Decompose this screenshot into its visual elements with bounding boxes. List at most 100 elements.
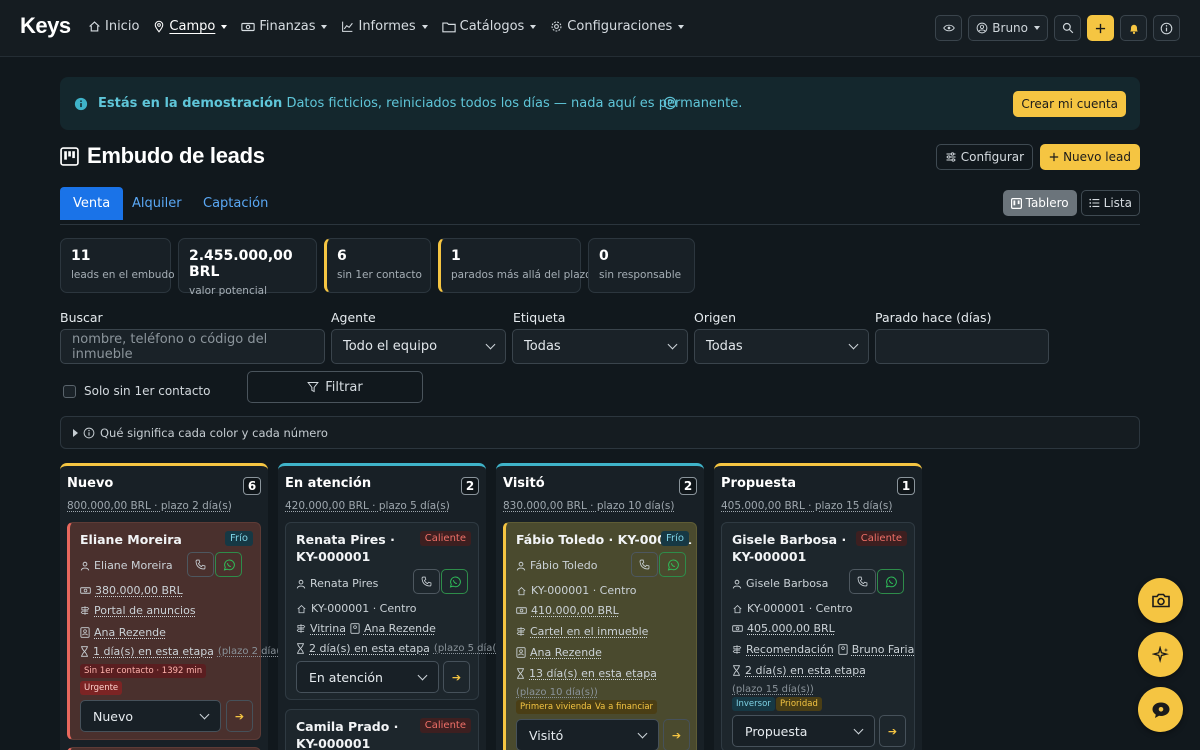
nav-item-campo[interactable]: Campo	[153, 19, 228, 34]
visibility-button[interactable]	[935, 15, 963, 41]
question-circle-icon[interactable]	[663, 96, 677, 110]
kanban-icon	[60, 146, 79, 166]
notifications-button[interactable]	[1120, 15, 1147, 41]
nav-item-informes[interactable]: Informes	[341, 19, 428, 34]
contact-row: Renata Pires	[296, 577, 378, 590]
create-account-button[interactable]: Crear mi cuenta	[1013, 91, 1126, 117]
stage-select[interactable]: Nuevo	[80, 700, 221, 732]
lead-card[interactable]: Gisele Barbosa · KY-000001 Caliente Gise…	[721, 522, 915, 750]
lead-card[interactable]: Renata Pires · KY-000001 Caliente Renata…	[285, 522, 509, 700]
agent-select[interactable]: Todo el equipo	[331, 329, 506, 364]
stat-card: 1 parados más allá del plazo	[438, 238, 592, 293]
contact-name: Renata Pires	[310, 577, 379, 590]
nav-item-inicio[interactable]: Inicio	[88, 19, 139, 34]
stalled-days-input[interactable]	[875, 329, 1049, 364]
id-badge-icon	[350, 623, 360, 634]
no-contact-label: Solo sin 1er contacto	[84, 384, 211, 398]
origin-value: Todas	[706, 339, 743, 354]
nav-item-catalogos[interactable]: Catálogos	[441, 19, 537, 34]
lead-agent: Bruno Faria	[851, 643, 915, 656]
chat-button[interactable]	[1138, 687, 1183, 732]
lead-card[interactable]: Camila Prado · KY-000001 Caliente	[285, 709, 479, 750]
cash-icon	[732, 625, 743, 632]
user-menu-button[interactable]: Bruno	[968, 15, 1048, 41]
tab-venta[interactable]: Venta	[60, 187, 124, 220]
tab-captacion[interactable]: Captación	[190, 187, 281, 220]
column-title: Nuevo	[67, 476, 114, 491]
call-button[interactable]	[849, 569, 876, 594]
brand-logo[interactable]: Keys	[20, 13, 71, 39]
filter-button[interactable]: Filtrar	[247, 371, 423, 403]
stat-card: 6 sin 1er contacto	[324, 238, 431, 293]
signpost-icon	[516, 627, 526, 636]
advance-stage-button[interactable]: ➔	[879, 715, 906, 747]
stage-select[interactable]: En atención	[296, 661, 439, 693]
lead-card[interactable]: Fábio Toledo · KY-000001 Frío Fábio Tole…	[503, 522, 697, 750]
signpost-icon	[732, 645, 742, 654]
search-placeholder: nombre, teléfono o código del inmueble	[72, 331, 268, 362]
ai-assistant-button[interactable]	[1138, 632, 1183, 677]
advance-stage-button[interactable]: ➔	[663, 719, 690, 750]
legend-text: Qué significa cada color y cada número	[100, 425, 328, 440]
whatsapp-icon	[885, 576, 897, 588]
legend-disclosure[interactable]: Qué significa cada color y cada número	[60, 416, 1140, 449]
no-contact-checkbox[interactable]	[63, 384, 76, 398]
whatsapp-button[interactable]	[877, 569, 904, 594]
advance-stage-button[interactable]: ➔	[226, 700, 253, 732]
tab-alquiler[interactable]: Alquiler	[119, 187, 195, 220]
tag-select[interactable]: Todas	[512, 329, 688, 364]
search-input[interactable]: nombre, teléfono o código del inmueble	[60, 329, 325, 364]
nav-label: Campo	[169, 19, 216, 34]
folder-icon	[441, 21, 456, 32]
time-row: 2 día(s) en esta etapa (plazo 15 día(s))	[732, 663, 907, 697]
nav-item-finanzas[interactable]: Finanzas	[241, 19, 328, 34]
view-board-button[interactable]: Tablero	[1002, 190, 1077, 216]
chevron-down-icon	[417, 670, 428, 680]
stat-label: leads en el embudo	[71, 269, 175, 281]
hourglass-icon	[517, 668, 524, 679]
value-row: 405.000,00 BRL	[732, 622, 835, 635]
new-lead-button[interactable]: Nuevo lead	[1040, 144, 1140, 170]
header-actions: Configurar Nuevo lead	[935, 144, 1140, 170]
lead-name: Eliane Moreira	[80, 532, 182, 547]
no-contact-checkbox-row[interactable]: Solo sin 1er contacto	[63, 384, 210, 398]
list-icon	[1089, 198, 1099, 208]
call-button[interactable]	[413, 569, 440, 594]
whatsapp-icon	[667, 559, 679, 571]
nav-item-configuraciones[interactable]: Configuraciones	[550, 19, 685, 34]
lead-card[interactable]: Eliane Moreira Frío Eliane Moreira 380.0…	[67, 522, 293, 740]
stat-value: 6	[337, 248, 347, 264]
whatsapp-button[interactable]	[215, 552, 242, 577]
house-icon	[517, 586, 526, 595]
stage-deadline: (plazo 15 día(s))	[732, 684, 814, 695]
call-button[interactable]	[187, 552, 214, 577]
stat-label: valor potencial	[189, 285, 268, 297]
origin-select[interactable]: Todas	[694, 329, 869, 364]
time-row: 13 día(s) en esta etapa (plazo 10 día(s)…	[516, 666, 691, 700]
temperature-badge: Frío	[660, 531, 689, 546]
lead-origin: Portal de anuncios	[94, 604, 196, 617]
whatsapp-button[interactable]	[659, 552, 686, 577]
person-icon	[732, 579, 742, 589]
search-button[interactable]	[1054, 15, 1081, 41]
stage-select[interactable]: Propuesta	[732, 715, 875, 747]
whatsapp-button[interactable]	[441, 569, 468, 594]
tag-pill: Primera vivienda	[516, 700, 596, 714]
quick-add-button[interactable]	[1087, 15, 1114, 41]
configure-button[interactable]: Configurar	[935, 144, 1034, 170]
stat-value: 0	[599, 248, 609, 264]
camera-button[interactable]	[1138, 578, 1183, 623]
chart-line-icon	[342, 21, 354, 32]
view-list-button[interactable]: Lista	[1080, 190, 1140, 216]
info-button[interactable]	[1153, 15, 1180, 41]
person-icon	[80, 561, 90, 571]
advance-stage-button[interactable]: ➔	[443, 661, 470, 693]
stat-card: 11 leads en el embudo	[60, 238, 175, 293]
call-button[interactable]	[631, 552, 658, 577]
house-icon	[297, 604, 306, 613]
stage-select[interactable]: Visitó	[516, 719, 659, 750]
cash-icon	[241, 22, 256, 31]
user-name: Bruno	[992, 21, 1028, 35]
lead-name: Gisele Barbosa · KY-000001	[732, 532, 847, 564]
origin-row: Cartel en el inmueble	[516, 625, 648, 638]
